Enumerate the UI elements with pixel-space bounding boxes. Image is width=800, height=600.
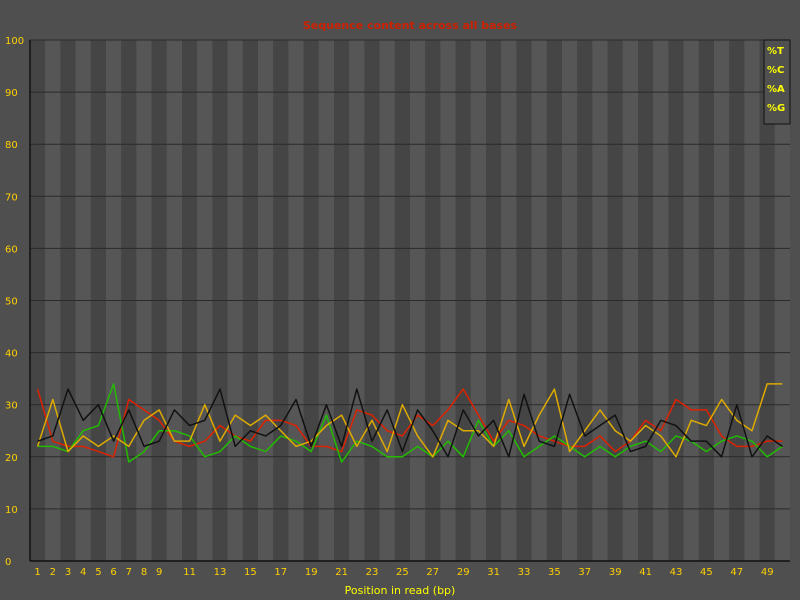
x-tick-label: 9	[156, 567, 162, 578]
x-tick-label: 45	[700, 567, 713, 578]
legend: %T %C %A %G	[763, 39, 791, 125]
x-tick-label: 15	[244, 567, 257, 578]
y-tick-label: 30	[5, 401, 18, 412]
x-tick-label: 19	[305, 567, 318, 578]
x-tick-label: 35	[548, 567, 561, 578]
x-tick-label: 27	[426, 567, 439, 578]
y-tick-label: 0	[5, 557, 11, 568]
y-tick-label: 40	[5, 349, 18, 360]
x-tick-label: 23	[366, 567, 379, 578]
x-tick-label: 41	[639, 567, 652, 578]
y-tick-label: 90	[5, 88, 18, 99]
x-tick-label: 7	[126, 567, 132, 578]
x-tick-label: 6	[110, 567, 116, 578]
legend-entry: %A	[767, 84, 785, 95]
y-tick-label: 20	[5, 453, 18, 464]
x-tick-label: 25	[396, 567, 409, 578]
legend-entry: %T	[767, 46, 784, 57]
x-tick-label: 13	[214, 567, 227, 578]
x-tick-labels: 1 2 3 4 5 6 7 8 9 11 13 15 17 19 21 23 25 27 29 31 33 35 37 39 4…	[34, 567, 773, 578]
y-tick-label: 10	[5, 505, 18, 516]
x-tick-label: 8	[141, 567, 147, 578]
x-tick-label: 47	[730, 567, 743, 578]
x-tick-label: 29	[457, 567, 470, 578]
y-tick-label: 80	[5, 140, 18, 151]
x-tick-label: 3	[65, 567, 71, 578]
x-tick-label: 39	[609, 567, 622, 578]
x-tick-label: 43	[670, 567, 683, 578]
x-tick-label: 37	[578, 567, 591, 578]
x-tick-label: 4	[80, 567, 86, 578]
sequence-content-chart: 0102030405060708090100 1 2 3 4 5 6 7 8 9 11 13 15 17…	[5, 19, 791, 597]
chart-title: Sequence content across all bases	[303, 19, 518, 32]
x-tick-label: 1	[34, 567, 40, 578]
legend-entry: %C	[767, 65, 784, 76]
x-tick-label: 5	[95, 567, 101, 578]
x-tick-label: 2	[50, 567, 56, 578]
x-axis-label: Position in read (bp)	[345, 584, 456, 597]
y-tick-label: 50	[5, 297, 18, 308]
x-tick-label: 31	[487, 567, 500, 578]
x-tick-label: 33	[518, 567, 531, 578]
x-tick-label: 17	[274, 567, 287, 578]
y-tick-label: 60	[5, 244, 18, 255]
x-tick-label: 21	[335, 567, 348, 578]
x-tick-label: 49	[761, 567, 774, 578]
x-tick-label: 11	[183, 567, 196, 578]
y-tick-label: 100	[5, 36, 24, 47]
legend-entry: %G	[767, 103, 785, 114]
y-tick-labels: 0 10 20 30 40 50 60 70 80 90 100	[5, 36, 24, 568]
y-tick-label: 70	[5, 192, 18, 203]
